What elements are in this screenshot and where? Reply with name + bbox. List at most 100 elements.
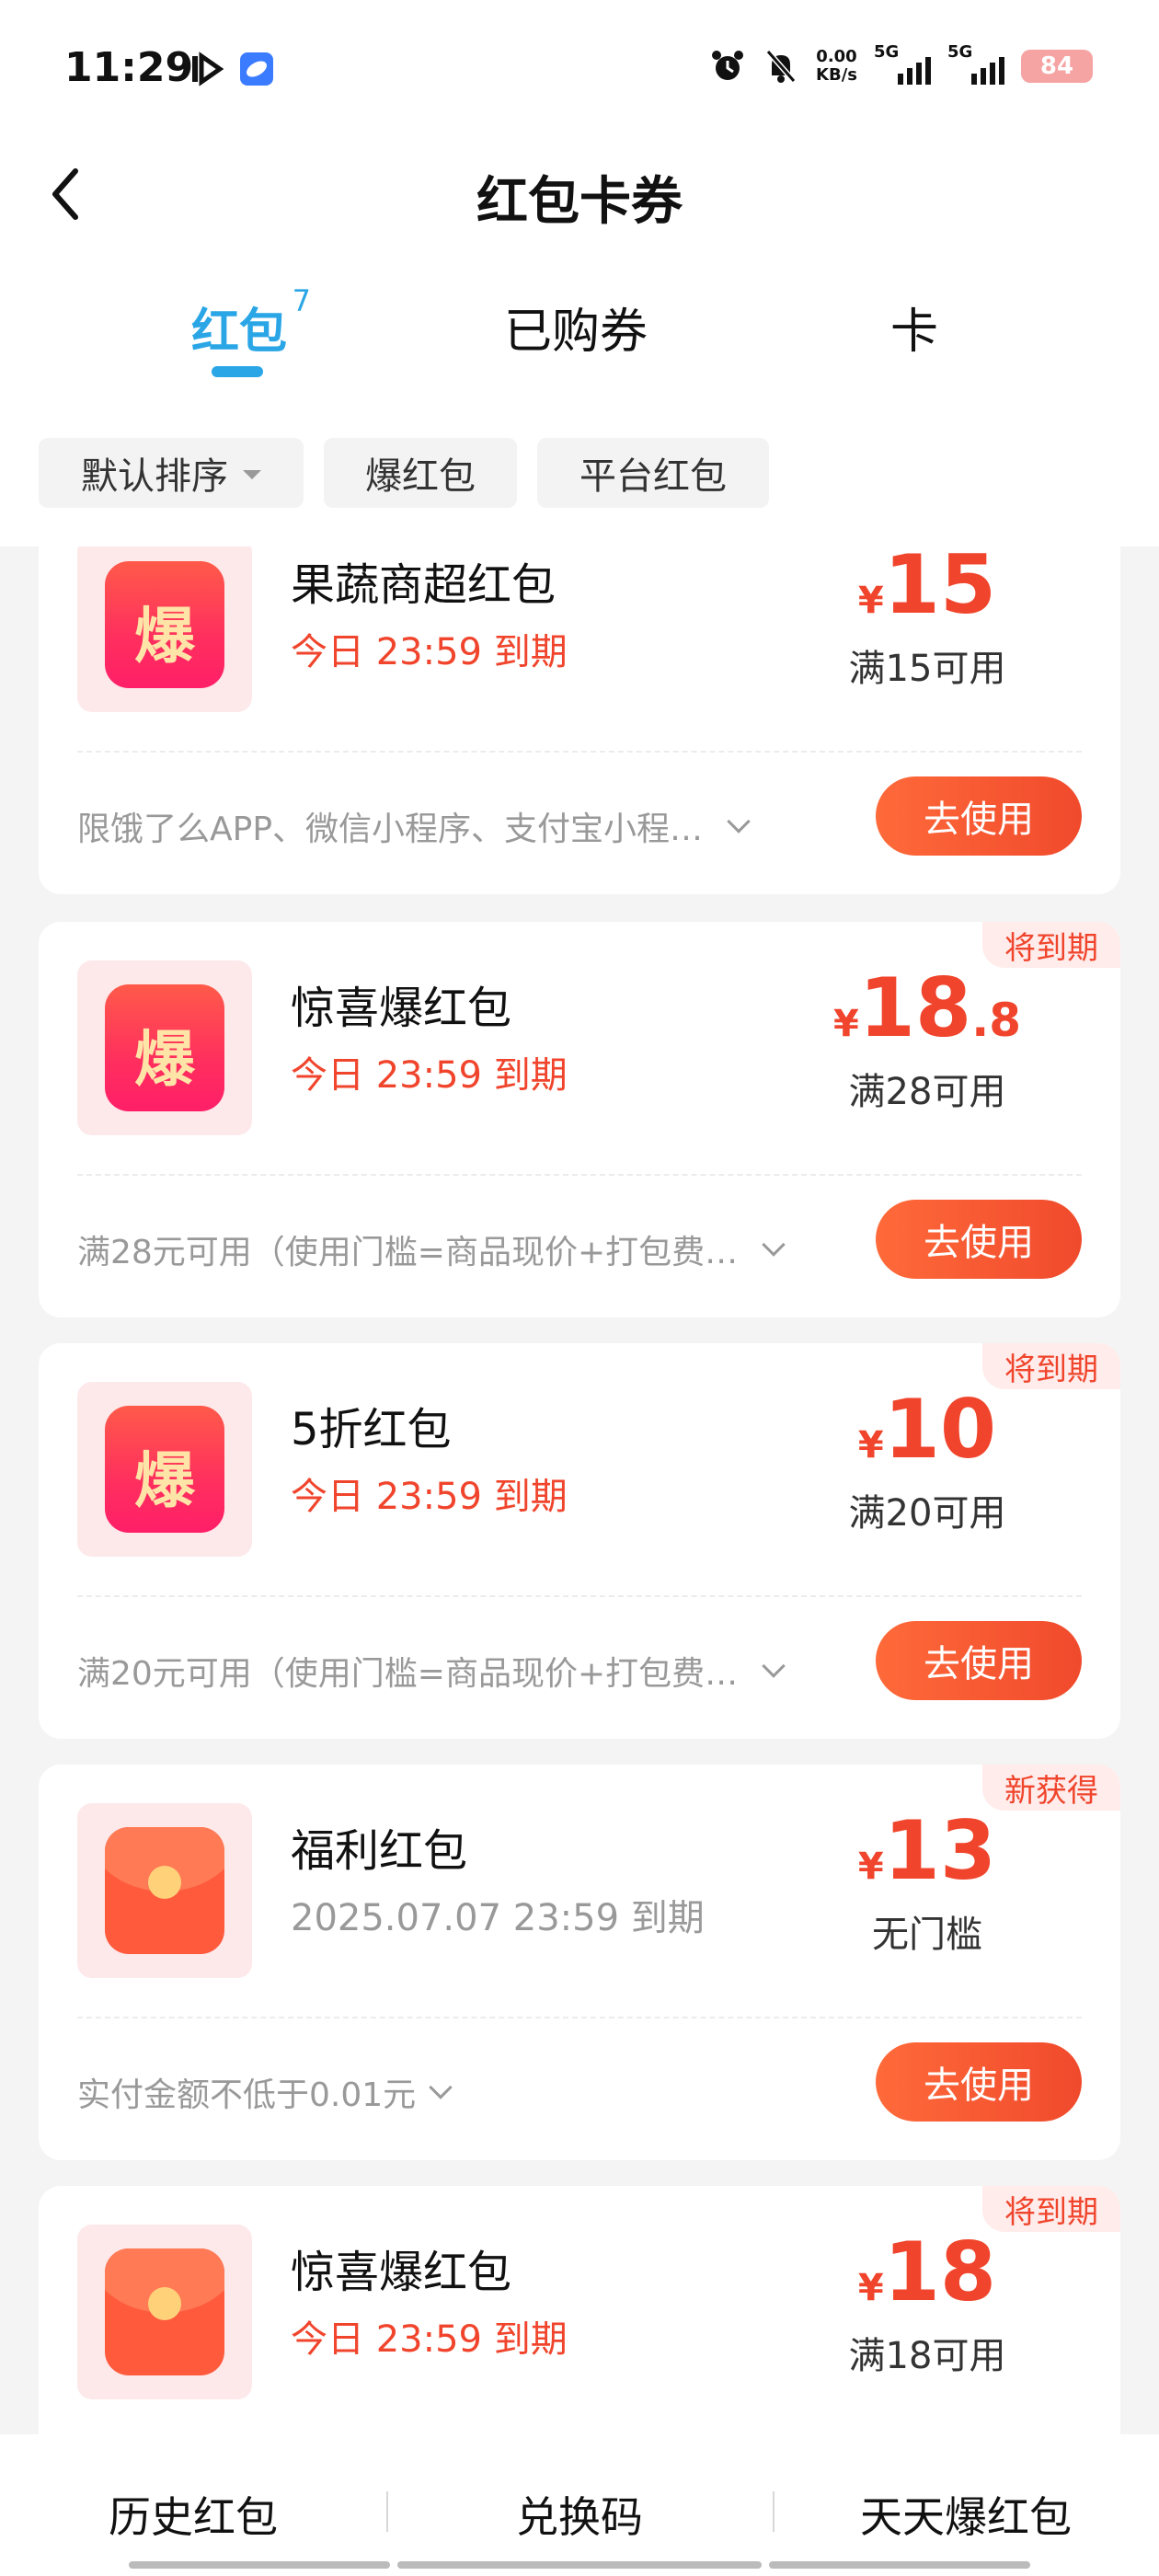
coupon-card: 将到期 惊喜爆红包 今日 23:59 到期 ¥18 满18可用 <box>39 2186 1120 2434</box>
header: 红包卡券 <box>0 138 1159 258</box>
coupon-threshold: 满28可用 <box>848 1071 1006 1113</box>
coupon-card: 新获得 福利红包 2025.07.07 23:59 到期 ¥13 无门槛 实付金… <box>39 1765 1120 2160</box>
bao-hongbao-icon: 爆 <box>105 1406 224 1533</box>
sim1-label: 5G <box>874 42 900 62</box>
status-bar: 11:29 0.00 KB/s 5G 5G 84 <box>0 0 1159 138</box>
bao-icon-glyph: 爆 <box>134 1024 195 1095</box>
coupon-description-toggle[interactable]: 限饿了么APP、微信小程序、支付宝小程… <box>77 802 751 850</box>
coupon-description-toggle[interactable]: 满28元可用（使用门槛=商品现价+打包费… <box>77 1225 786 1273</box>
use-coupon-button[interactable]: 去使用 <box>876 1200 1082 1279</box>
sim2-label: 5G <box>947 42 973 62</box>
currency-symbol: ¥ <box>857 1424 884 1466</box>
coupon-amount: ¥18 <box>789 2225 1065 2319</box>
coupon-threshold: 满20可用 <box>848 1492 1006 1535</box>
tab-bar: 红包 7 已购券 卡 <box>0 258 1159 396</box>
card-divider <box>77 1174 1082 1176</box>
play-icon <box>192 52 224 86</box>
tab-cards[interactable]: 卡 <box>890 293 938 362</box>
filter-chip-bao[interactable]: 爆红包 <box>324 438 517 508</box>
use-coupon-button[interactable]: 去使用 <box>876 2042 1082 2122</box>
use-coupon-button[interactable]: 去使用 <box>876 1621 1082 1700</box>
bao-icon-glyph: 爆 <box>134 1445 195 1516</box>
signal-sim2: 5G <box>947 42 1004 85</box>
chevron-down-icon <box>762 1233 786 1257</box>
card-divider <box>77 1595 1082 1597</box>
app-notification-icon <box>240 52 273 86</box>
network-speed-unit: KB/s <box>816 65 857 85</box>
coupon-amount: ¥10 <box>789 1382 1065 1477</box>
coupon-description: 满20元可用（使用门槛=商品现价+打包费… <box>77 1655 739 1693</box>
currency-symbol: ¥ <box>857 580 884 622</box>
red-envelope-icon <box>105 1827 224 1954</box>
chevron-down-icon <box>727 810 751 834</box>
amount-decimal: .8 <box>971 994 1022 1047</box>
card-divider <box>77 751 1082 753</box>
status-time: 11:29 <box>64 44 194 91</box>
tab-purchased-coupons[interactable]: 已购券 <box>504 293 648 362</box>
coupon-expiry: 今日 23:59 到期 <box>291 631 568 673</box>
tab-hongbao[interactable]: 红包 7 <box>191 283 311 362</box>
coupon-icon-frame <box>77 1803 252 1978</box>
coupon-icon-frame <box>77 2225 252 2399</box>
coupon-icon-frame: 爆 <box>77 1382 252 1557</box>
coupon-description-toggle[interactable]: 满20元可用（使用门槛=商品现价+打包费… <box>77 1647 786 1695</box>
coupon-expiry: 今日 23:59 到期 <box>291 1054 568 1097</box>
amount-integer: 10 <box>883 1382 997 1477</box>
mute-bell-icon <box>765 50 797 83</box>
home-indicator <box>769 2561 1030 2569</box>
tab-hongbao-count: 7 <box>292 283 312 318</box>
amount-integer: 18 <box>858 960 972 1055</box>
coupon-expiry: 2025.07.07 23:59 到期 <box>291 1897 705 1939</box>
signal-sim1: 5G <box>874 42 931 85</box>
chevron-down-icon <box>429 2076 453 2099</box>
coupon-expiry: 今日 23:59 到期 <box>291 1476 568 1518</box>
redeem-code-button[interactable]: 兑换码 <box>386 2484 773 2545</box>
home-indicator <box>397 2561 762 2569</box>
filter-bar: 默认排序 爆红包 平台红包 <box>0 396 1159 546</box>
coupon-description: 实付金额不低于0.01元 <box>77 2076 417 2114</box>
active-tab-indicator <box>212 366 263 377</box>
bao-hongbao-icon: 爆 <box>105 561 224 688</box>
coupon-title: 惊喜爆红包 <box>291 983 512 1034</box>
use-coupon-button[interactable]: 去使用 <box>876 776 1082 856</box>
network-speed: 0.00 KB/s <box>816 48 857 85</box>
status-app-icons <box>189 51 275 87</box>
amount-integer: 18 <box>883 2225 997 2319</box>
filter-chip-platform[interactable]: 平台红包 <box>537 438 769 508</box>
page-title: 红包卡券 <box>476 172 683 232</box>
bottom-bar: 历史红包 兑换码 天天爆红包 <box>0 2434 1159 2576</box>
coupon-title: 果蔬商超红包 <box>291 559 557 611</box>
coupon-amount: ¥15 <box>789 546 1065 632</box>
home-indicator <box>129 2561 390 2569</box>
coupon-title: 5折红包 <box>291 1404 452 1455</box>
daily-bao-hongbao-button[interactable]: 天天爆红包 <box>773 2484 1159 2545</box>
coupon-threshold: 满15可用 <box>848 648 1006 690</box>
coupon-threshold: 无门槛 <box>872 1914 982 1956</box>
coupon-card: 将到期 爆 惊喜爆红包 今日 23:59 到期 ¥18.8 满28可用 满28元… <box>39 922 1120 1317</box>
coupon-title: 福利红包 <box>291 1825 468 1877</box>
coupon-description: 满28元可用（使用门槛=商品现价+打包费… <box>77 1234 739 1271</box>
currency-symbol: ¥ <box>857 1846 884 1888</box>
sort-dropdown[interactable]: 默认排序 <box>39 438 304 508</box>
coupon-icon-frame: 爆 <box>77 546 252 712</box>
history-hongbao-button[interactable]: 历史红包 <box>0 2484 386 2545</box>
battery-indicator: 84 <box>1021 50 1093 83</box>
coupon-card: 将到期 爆 5折红包 今日 23:59 到期 ¥10 满20可用 满20元可用（… <box>39 1343 1120 1739</box>
red-envelope-icon <box>105 2248 224 2375</box>
currency-symbol: ¥ <box>857 2267 884 2309</box>
amount-integer: 15 <box>883 546 997 632</box>
bao-icon-glyph: 爆 <box>134 601 195 672</box>
coupon-card: 爆 果蔬商超红包 今日 23:59 到期 ¥15 满15可用 限饿了么APP、微… <box>39 546 1120 894</box>
coupon-amount: ¥18.8 <box>789 960 1065 1055</box>
coupon-amount: ¥13 <box>789 1803 1065 1898</box>
status-right: 0.00 KB/s 5G 5G 84 <box>709 42 1093 85</box>
coupon-description-toggle[interactable]: 实付金额不低于0.01元 <box>77 2068 453 2116</box>
chevron-down-icon <box>762 1654 786 1678</box>
coupon-expiry: 今日 23:59 到期 <box>291 2318 568 2361</box>
coupon-description: 限饿了么APP、微信小程序、支付宝小程… <box>77 811 704 848</box>
coupon-title: 惊喜爆红包 <box>291 2247 512 2298</box>
tab-hongbao-label: 红包 <box>191 305 288 360</box>
coupon-icon-frame: 爆 <box>77 960 252 1135</box>
network-speed-value: 0.00 <box>816 47 857 66</box>
caret-down-icon <box>243 470 261 479</box>
